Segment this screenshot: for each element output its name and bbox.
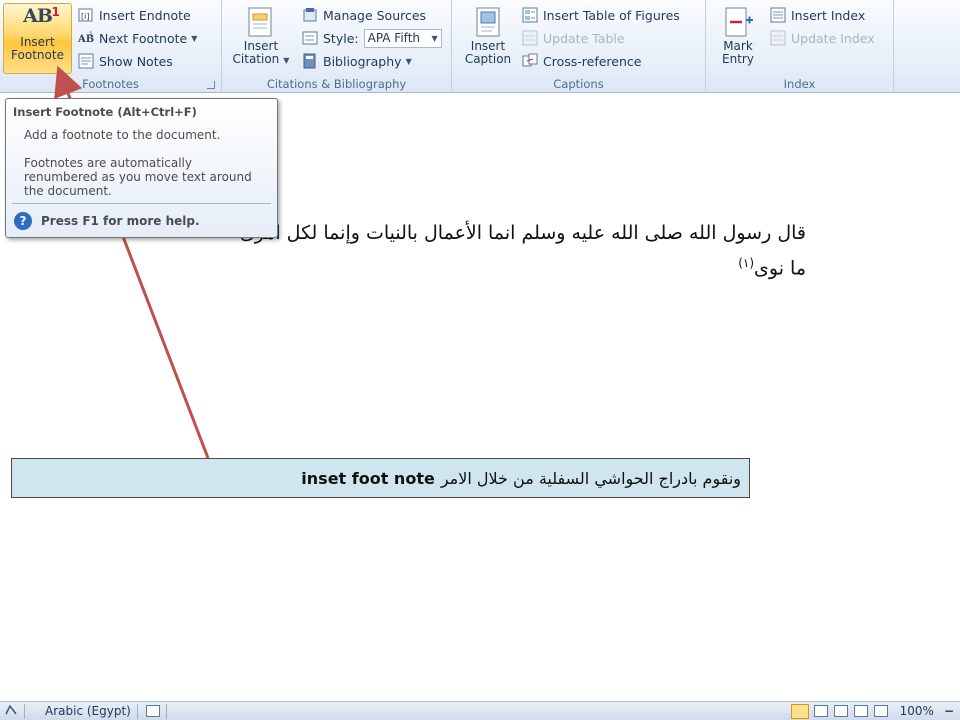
insert-footnote-button[interactable]: AB 1 Insert Footnote [3, 3, 72, 74]
insert-caption-label-2: Caption [464, 52, 512, 66]
group-captions: Insert Caption Insert Table of Figures U… [452, 0, 706, 93]
update-table-icon [522, 30, 538, 46]
tooltip-details: Footnotes are automatically renumbered a… [24, 156, 252, 198]
macro-record-icon[interactable] [145, 705, 160, 717]
bibliography-label: Bibliography [323, 53, 402, 69]
zoom-level[interactable]: 100% [900, 704, 934, 718]
insert-citation-label-2: Citation [232, 52, 280, 66]
insert-citation-dropdown-icon[interactable]: ▼ [283, 56, 289, 65]
cross-reference-icon [522, 53, 538, 69]
cross-reference-label: Cross-reference [543, 53, 642, 69]
next-footnote-label: Next Footnote [99, 30, 188, 46]
group-index: Mark Entry Insert Index Update Index Ind… [706, 0, 894, 93]
insert-citation-icon [245, 6, 277, 38]
status-separator [24, 703, 25, 719]
document-text-line-1: قال رسول الله صلى الله عليه وسلم انما ال… [239, 222, 806, 244]
group-footnotes: AB 1 Insert Footnote [i] Insert Endnote A… [0, 0, 222, 93]
update-table-label: Update Table [543, 30, 625, 46]
callout-english-text: inset foot note [301, 468, 435, 488]
table-of-figures-icon [522, 7, 538, 23]
insert-table-of-figures-label: Insert Table of Figures [543, 7, 680, 23]
insert-citation-button[interactable]: Insert Citation ▼ [230, 4, 292, 67]
insert-index-label: Insert Index [791, 7, 866, 23]
tooltip-help-row: ? Press F1 for more help. [14, 212, 200, 230]
endnote-icon: [i] [78, 7, 94, 23]
next-footnote-button[interactable]: AB 1 Next Footnote ▼ [77, 28, 197, 48]
zoom-out-icon[interactable]: − [944, 704, 954, 718]
citations-group-label: Citations & Bibliography [266, 77, 407, 91]
captions-group-label: Captions [553, 77, 604, 91]
show-notes-icon [78, 53, 94, 69]
outline-view-icon[interactable] [853, 705, 868, 717]
insert-endnote-button[interactable]: [i] Insert Endnote [78, 5, 191, 25]
update-index-label: Update Index [791, 30, 875, 46]
insert-table-of-figures-button[interactable]: Insert Table of Figures [522, 5, 680, 25]
document-text-line-2: ما نوى(١) [738, 256, 806, 279]
group-citations: Insert Citation ▼ Manage Sources Style: A… [222, 0, 452, 93]
mark-entry-icon [722, 6, 754, 38]
next-footnote-dropdown-icon[interactable]: ▼ [191, 34, 197, 43]
insert-caption-icon [472, 6, 504, 38]
next-footnote-icon: AB 1 [77, 30, 94, 46]
update-table-button[interactable]: Update Table [522, 28, 625, 48]
mark-entry-label-2: Entry [722, 52, 754, 66]
insert-footnote-tooltip: Insert Footnote (Alt+Ctrl+F) Add a footn… [5, 98, 278, 238]
mark-entry-button[interactable]: Mark Entry [710, 4, 766, 66]
bibliography-dropdown-icon[interactable]: ▼ [406, 57, 412, 66]
web-layout-view-icon[interactable] [833, 705, 848, 717]
svg-text:1: 1 [89, 31, 93, 38]
language-indicator[interactable]: Arabic (Egypt) [45, 704, 131, 718]
status-separator [136, 703, 138, 719]
svg-text:[i]: [i] [81, 12, 89, 21]
status-bar: Arabic (Egypt) 100% − [0, 701, 960, 720]
callout-arabic-text: ونقوم بادراج الحواشي السفلية من خلال الا… [440, 468, 741, 488]
tooltip-divider [12, 203, 271, 204]
show-notes-button[interactable]: Show Notes [78, 51, 173, 71]
style-value: APA Fifth [367, 30, 420, 45]
manage-sources-icon [302, 7, 318, 23]
draft-view-icon[interactable] [873, 705, 888, 717]
tooltip-title: Insert Footnote (Alt+Ctrl+F) [13, 105, 197, 119]
insert-caption-button[interactable]: Insert Caption [458, 4, 518, 66]
ribbon-references: AB 1 Insert Footnote [i] Insert Endnote A… [0, 0, 960, 93]
insert-index-icon [770, 7, 786, 23]
footnote-reference-mark[interactable]: (١) [738, 256, 754, 270]
manage-sources-label: Manage Sources [323, 7, 427, 23]
update-index-icon [770, 30, 786, 46]
style-selector[interactable]: Style: APA Fifth ▼ [302, 28, 442, 48]
style-combobox[interactable]: APA Fifth ▼ [363, 28, 442, 48]
footnotes-dialog-launcher-icon[interactable] [207, 81, 215, 89]
full-screen-reading-view-icon[interactable] [813, 705, 828, 717]
style-dropdown-icon[interactable]: ▼ [431, 30, 437, 47]
insert-footnote-label-2: Footnote [11, 48, 64, 62]
footnotes-group-label: Footnotes [82, 77, 139, 91]
insert-endnote-label: Insert Endnote [99, 7, 191, 23]
bibliography-button[interactable]: Bibliography ▼ [302, 51, 412, 71]
update-index-button[interactable]: Update Index [770, 28, 875, 48]
manage-sources-button[interactable]: Manage Sources [302, 5, 426, 25]
style-label: Style: [323, 30, 359, 46]
insert-citation-label-2-wrap: Citation ▼ [230, 53, 292, 67]
show-notes-label: Show Notes [99, 53, 173, 69]
tooltip-help-text: Press F1 for more help. [41, 214, 200, 228]
insert-footnote-icon: AB 1 [23, 5, 60, 27]
bibliography-icon [302, 53, 318, 69]
status-separator [165, 703, 167, 719]
index-group-label: Index [783, 77, 816, 91]
help-icon: ? [14, 212, 32, 230]
insert-index-button[interactable]: Insert Index [770, 5, 865, 25]
proofing-errors-icon[interactable] [4, 703, 18, 720]
style-icon [302, 30, 318, 46]
print-layout-view-icon[interactable] [790, 703, 809, 719]
document-line-2-text: ما نوى [754, 257, 806, 280]
cross-reference-button[interactable]: Cross-reference [522, 51, 641, 71]
annotation-callout: inset foot note ونقوم بادراج الحواشي الس… [11, 458, 750, 498]
tooltip-description: Add a footnote to the document. [24, 128, 221, 142]
